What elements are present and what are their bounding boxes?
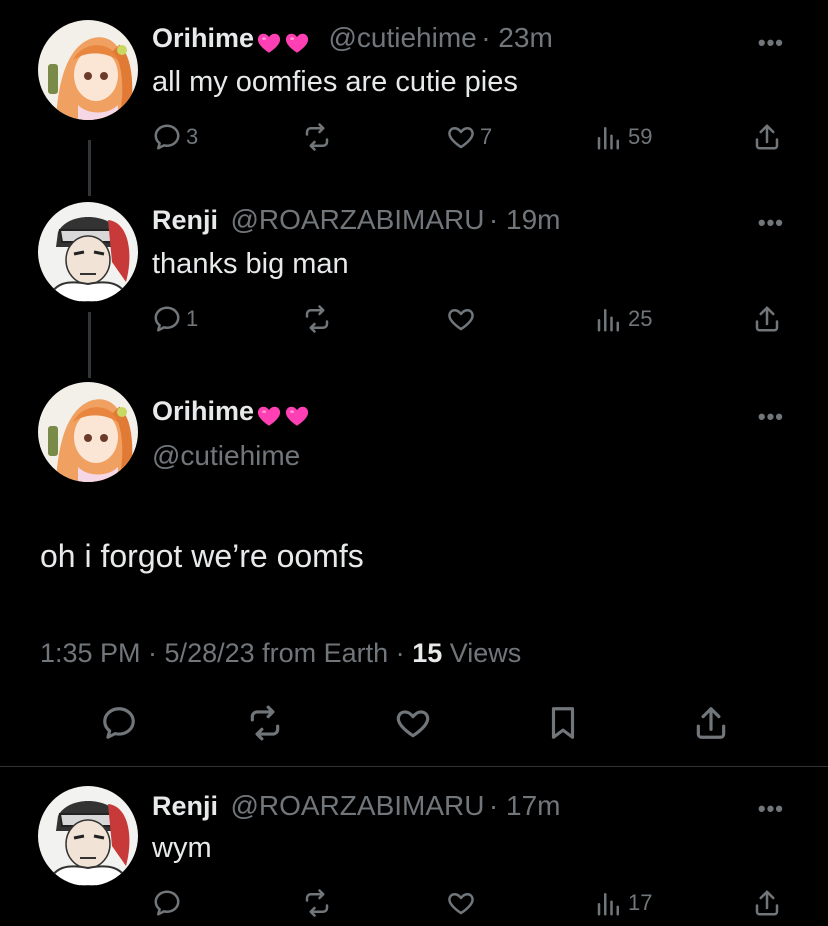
views-icon (594, 888, 624, 918)
timestamp[interactable]: 1:35 PM · 5/28/23 from Earth · (40, 638, 405, 668)
like-button[interactable] (446, 304, 476, 334)
views-count: 17 (628, 890, 653, 915)
reply-icon (100, 704, 138, 742)
tweet-time[interactable]: · 23m (481, 22, 553, 53)
more-options-icon[interactable]: ••• (758, 30, 784, 56)
retweet-button[interactable] (302, 304, 332, 334)
like-button[interactable]: 7 (446, 122, 492, 152)
pink-heart-emoji-icon (256, 403, 282, 429)
divider (0, 766, 828, 767)
reply-icon (152, 888, 182, 918)
author-handle[interactable]: @cutiehime (328, 22, 476, 53)
pink-heart-emoji-icon (284, 403, 310, 429)
heart-icon (446, 122, 476, 152)
like-count: 7 (480, 124, 493, 149)
retweet-button[interactable] (246, 704, 284, 747)
tweet-metadata: 1:35 PM · 5/28/23 from Earth · 15 Views (40, 638, 521, 669)
thread-line (88, 312, 91, 378)
reply-icon (152, 122, 182, 152)
author-name[interactable]: Renji (152, 791, 218, 821)
share-button[interactable] (752, 304, 782, 334)
author-name[interactable]: Orihime (152, 23, 254, 53)
heart-icon (446, 888, 476, 918)
more-options-icon[interactable]: ••• (758, 210, 784, 236)
share-icon (752, 122, 782, 152)
views-count: 59 (628, 124, 653, 149)
retweet-icon (302, 888, 332, 918)
views-button[interactable]: 59 (594, 122, 652, 152)
views-button[interactable]: 17 (594, 888, 652, 918)
share-button[interactable] (692, 704, 730, 747)
more-options-icon[interactable]: ••• (758, 796, 784, 822)
share-button[interactable] (752, 888, 782, 918)
retweet-icon (246, 704, 284, 742)
bookmark-button[interactable] (544, 704, 582, 747)
avatar[interactable] (38, 382, 138, 482)
views-label[interactable]: Views (450, 638, 522, 668)
more-options-icon[interactable]: ••• (758, 404, 784, 430)
like-button[interactable] (394, 704, 432, 747)
thread-line (88, 140, 91, 196)
author-handle[interactable]: @cutiehime (152, 440, 300, 472)
author-name[interactable]: Renji (152, 205, 218, 235)
views-count[interactable]: 15 (412, 638, 442, 668)
reply-button[interactable] (152, 888, 182, 918)
reply-count: 3 (186, 124, 199, 149)
author-name[interactable]: Orihime (152, 396, 254, 426)
author-handle[interactable]: @ROARZABIMARU (230, 790, 484, 821)
pink-heart-emoji-icon (256, 30, 282, 56)
tweet-time[interactable]: · 19m (489, 204, 561, 235)
share-icon (752, 304, 782, 334)
share-icon (752, 888, 782, 918)
share-icon (692, 704, 730, 742)
avatar[interactable] (38, 202, 138, 302)
avatar[interactable] (38, 786, 138, 886)
heart-icon (394, 704, 432, 742)
bookmark-icon (544, 704, 582, 742)
retweet-icon (302, 122, 332, 152)
avatar[interactable] (38, 20, 138, 120)
like-button[interactable] (446, 888, 476, 918)
pink-heart-emoji-icon (284, 30, 310, 56)
tweet-text: all my oomfies are cutie pies (152, 66, 518, 98)
reply-button[interactable] (100, 704, 138, 747)
retweet-icon (302, 304, 332, 334)
tweet-text: wym (152, 832, 212, 864)
heart-icon (446, 304, 476, 334)
share-button[interactable] (752, 122, 782, 152)
reply-count: 1 (186, 306, 199, 331)
author-handle[interactable]: @ROARZABIMARU (230, 204, 484, 235)
tweet-text: thanks big man (152, 248, 349, 280)
retweet-button[interactable] (302, 122, 332, 152)
views-icon (594, 304, 624, 334)
reply-button[interactable]: 1 (152, 304, 198, 334)
views-count: 25 (628, 306, 653, 331)
views-button[interactable]: 25 (594, 304, 652, 334)
views-icon (594, 122, 624, 152)
tweet-text: oh i forgot we’re oomfs (40, 538, 364, 574)
reply-button[interactable]: 3 (152, 122, 198, 152)
reply-icon (152, 304, 182, 334)
tweet-time[interactable]: · 17m (489, 790, 561, 821)
retweet-button[interactable] (302, 888, 332, 918)
